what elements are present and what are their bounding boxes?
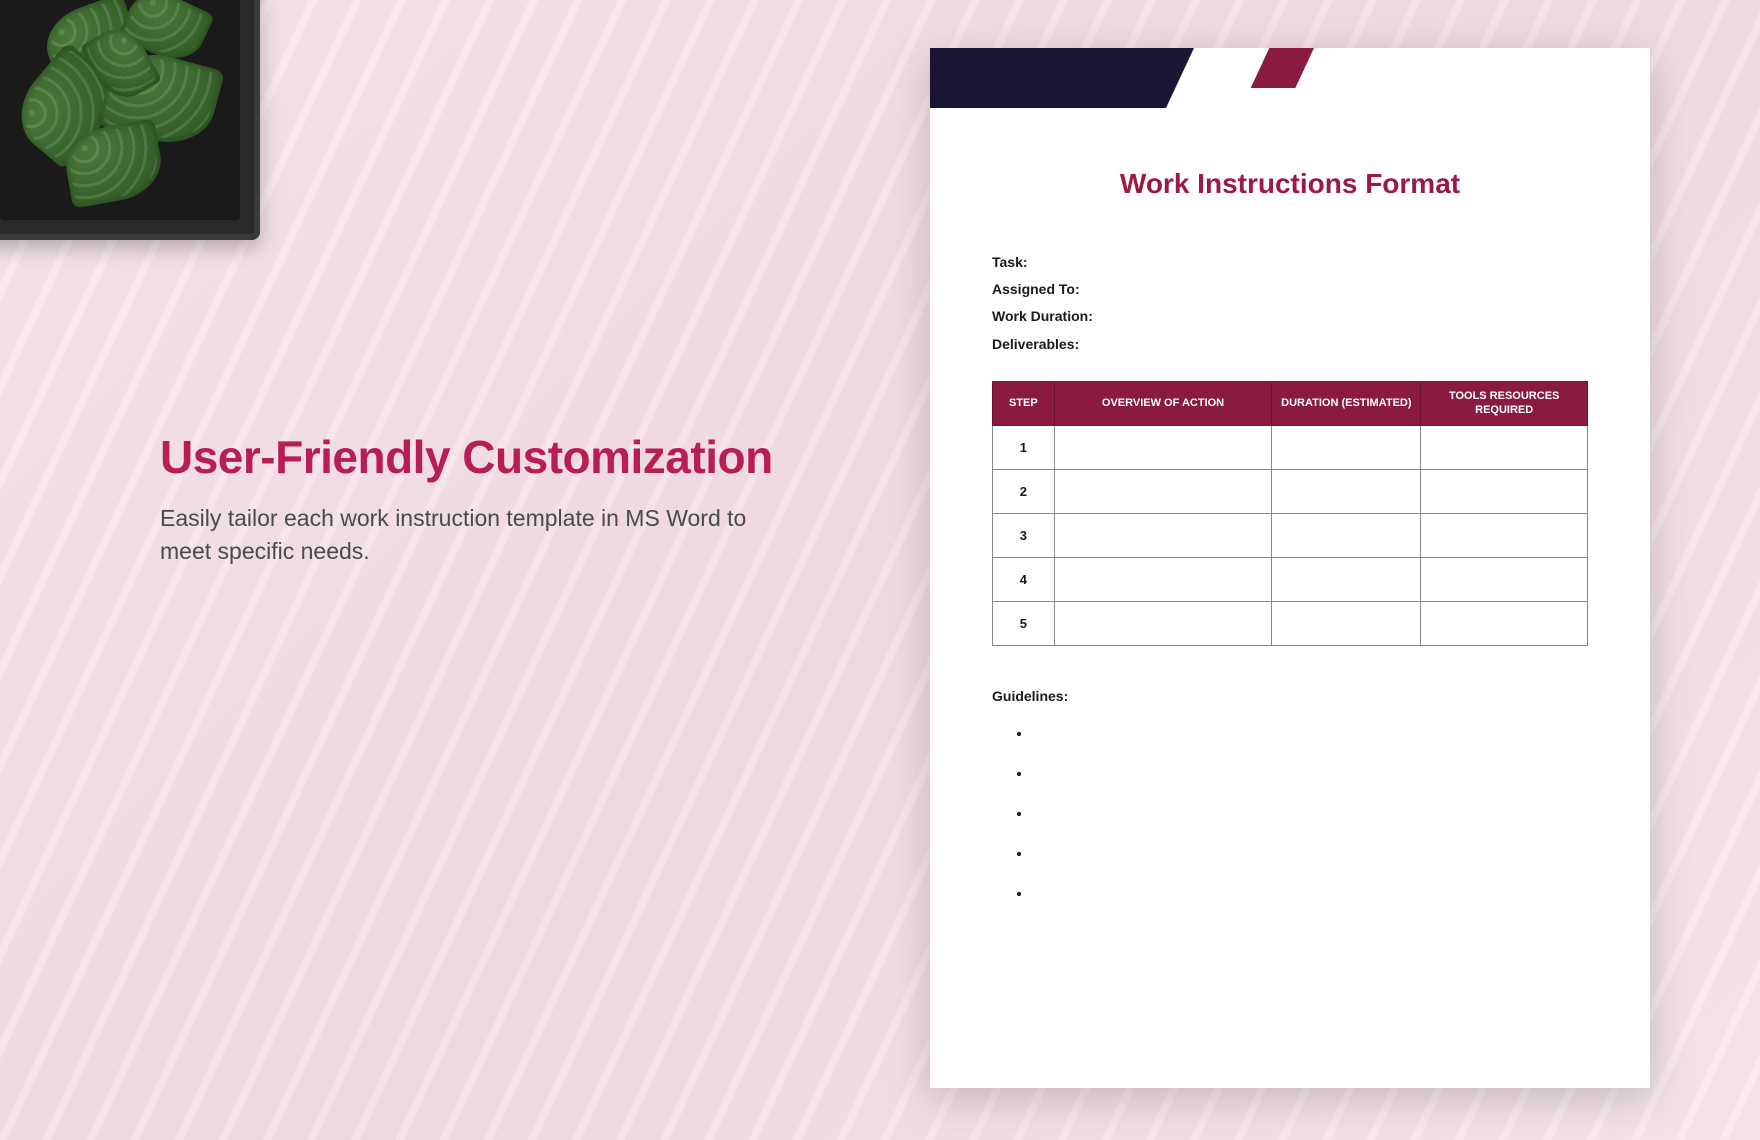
- field-task: Task:: [992, 250, 1588, 275]
- steps-table: STEP OVERVIEW OF ACTION DURATION (ESTIMA…: [992, 381, 1588, 647]
- cell-step: 3: [993, 514, 1055, 558]
- cell-action: [1054, 470, 1272, 514]
- field-duration: Work Duration:: [992, 304, 1588, 329]
- header-slant-dark: [1251, 48, 1400, 88]
- list-item: [1032, 726, 1588, 766]
- cell-duration: [1272, 602, 1421, 646]
- plant-pot: [0, 0, 260, 240]
- marketing-copy: User-Friendly Customization Easily tailo…: [160, 430, 780, 569]
- guidelines-list: [1032, 726, 1588, 926]
- field-deliverables: Deliverables:: [992, 332, 1588, 357]
- cell-tools: [1421, 470, 1588, 514]
- cell-duration: [1272, 470, 1421, 514]
- subheadline: Easily tailor each work instruction temp…: [160, 502, 780, 569]
- header-slant-pink: [1351, 48, 1500, 88]
- cell-step: 4: [993, 558, 1055, 602]
- document-title: Work Instructions Format: [992, 168, 1588, 200]
- guidelines-label: Guidelines:: [992, 688, 1588, 704]
- cell-tools: [1421, 558, 1588, 602]
- table-row: 2: [993, 470, 1588, 514]
- cell-action: [1054, 558, 1272, 602]
- headline: User-Friendly Customization: [160, 430, 780, 484]
- list-item: [1032, 766, 1588, 806]
- document-header-band: [930, 48, 1650, 108]
- decorative-plant: [0, 0, 260, 240]
- table-row: 1: [993, 426, 1588, 470]
- table-row: 4: [993, 558, 1588, 602]
- table-row: 3: [993, 514, 1588, 558]
- cell-duration: [1272, 558, 1421, 602]
- cell-action: [1054, 426, 1272, 470]
- cell-step: 1: [993, 426, 1055, 470]
- cell-tools: [1421, 514, 1588, 558]
- col-step: STEP: [993, 381, 1055, 426]
- col-duration: DURATION (ESTIMATED): [1272, 381, 1421, 426]
- cell-action: [1054, 602, 1272, 646]
- cell-step: 2: [993, 470, 1055, 514]
- col-tools: TOOLS RESOURCES REQUIRED: [1421, 381, 1588, 426]
- cell-duration: [1272, 514, 1421, 558]
- table-row: 5: [993, 602, 1588, 646]
- field-assigned: Assigned To:: [992, 277, 1588, 302]
- document-fields: Task: Assigned To: Work Duration: Delive…: [992, 250, 1588, 357]
- cell-tools: [1421, 426, 1588, 470]
- cell-action: [1054, 514, 1272, 558]
- list-item: [1032, 806, 1588, 846]
- cell-step: 5: [993, 602, 1055, 646]
- list-item: [1032, 886, 1588, 926]
- document-preview: Work Instructions Format Task: Assigned …: [930, 48, 1650, 1088]
- table-header-row: STEP OVERVIEW OF ACTION DURATION (ESTIMA…: [993, 381, 1588, 426]
- col-action: OVERVIEW OF ACTION: [1054, 381, 1272, 426]
- document-body: Work Instructions Format Task: Assigned …: [930, 108, 1650, 966]
- cell-duration: [1272, 426, 1421, 470]
- list-item: [1032, 846, 1588, 886]
- cell-tools: [1421, 602, 1588, 646]
